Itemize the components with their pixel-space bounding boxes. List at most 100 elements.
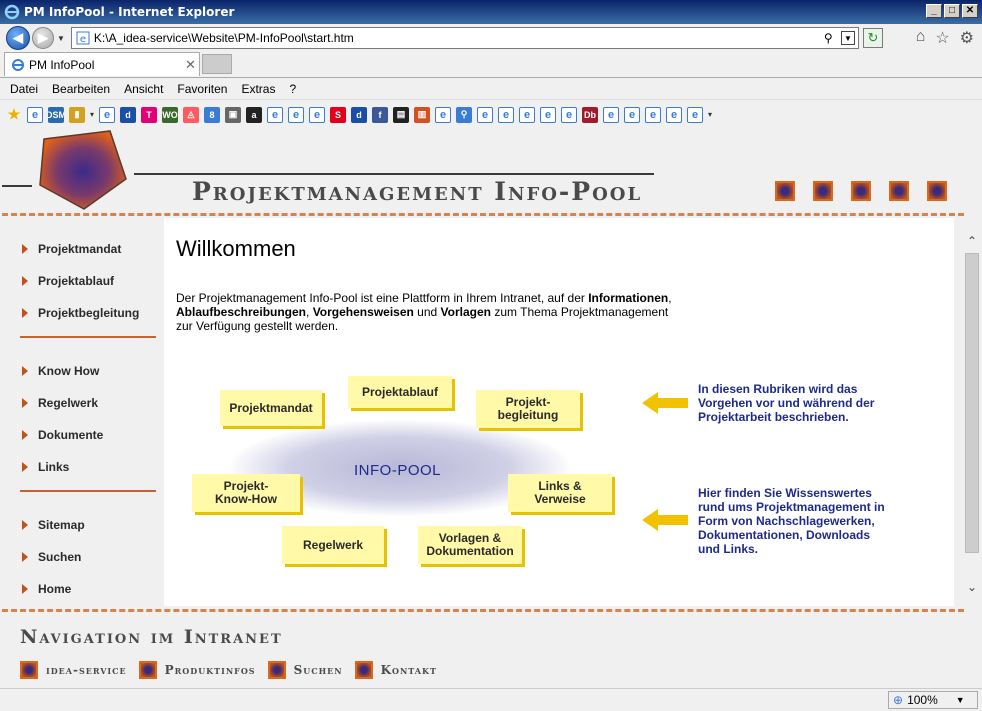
scroll-thumb[interactable] — [965, 253, 979, 553]
back-button[interactable]: ◀ — [6, 26, 30, 50]
menu-bar: Datei Bearbeiten Ansicht Favoriten Extra… — [0, 77, 982, 99]
page-icon[interactable]: e — [519, 106, 536, 123]
sidenav-projektablauf[interactable]: Projektablauf — [22, 274, 114, 288]
new-tab-button[interactable] — [202, 54, 232, 74]
menu-help[interactable]: ? — [289, 82, 296, 96]
sidenav-dokumente[interactable]: Dokumente — [22, 428, 103, 442]
page-icon[interactable]: e — [27, 106, 43, 123]
header-square-icon[interactable] — [775, 181, 795, 201]
sidenav-links[interactable]: Links — [22, 460, 69, 474]
menu-favoriten[interactable]: Favoriten — [177, 82, 227, 96]
sidenav-home[interactable]: Home — [22, 582, 71, 596]
footer-square-icon — [267, 661, 286, 679]
close-button[interactable]: ✕ — [962, 4, 978, 18]
favorites-dropdown-icon[interactable]: ▾ — [708, 110, 712, 119]
page-icon[interactable]: e — [540, 106, 557, 123]
star-icon[interactable]: ★ — [6, 107, 22, 123]
menu-extras[interactable]: Extras — [241, 82, 275, 96]
forward-button[interactable]: ▶ — [32, 27, 54, 49]
photo-icon[interactable]: ▣ — [225, 106, 242, 123]
amazon-icon[interactable]: a — [246, 106, 263, 123]
history-dropdown-icon[interactable]: ▼ — [57, 34, 65, 43]
note-projektablauf[interactable]: Projektablauf — [348, 376, 452, 408]
note-projektbegleitung[interactable]: Projekt-begleitung — [476, 390, 580, 428]
header-square-icon[interactable] — [927, 181, 947, 201]
telekom-icon[interactable]: T — [141, 106, 158, 123]
info-pool-title: INFO-POOL — [354, 462, 442, 479]
home-icon[interactable]: ⌂ — [916, 28, 926, 48]
page-icon: e — [76, 31, 90, 45]
sparkasse-icon[interactable]: S — [330, 106, 347, 123]
page-icon[interactable]: e — [624, 106, 641, 123]
header-square-icon[interactable] — [851, 181, 871, 201]
search-icon[interactable]: ⚲ — [824, 31, 838, 45]
page-icon[interactable]: e — [603, 106, 620, 123]
menu-bearbeiten[interactable]: Bearbeiten — [52, 82, 110, 96]
search-icon[interactable]: ⚲ — [456, 106, 473, 123]
note-links-verweise[interactable]: Links & Verweise — [508, 474, 612, 512]
page-icon[interactable]: e — [288, 106, 305, 123]
address-dropdown-icon[interactable]: ▼ — [840, 31, 855, 45]
page-icon[interactable]: e — [99, 106, 116, 123]
sidenav-sitemap[interactable]: Sitemap — [22, 518, 85, 532]
vertical-scrollbar[interactable]: ⌃ ⌄ — [964, 219, 980, 607]
folder-icon[interactable]: ▮ — [69, 106, 85, 123]
page-icon[interactable]: e — [687, 106, 704, 123]
chart-icon[interactable]: ▥ — [414, 106, 431, 123]
sidenav-suchen[interactable]: Suchen — [22, 550, 81, 564]
facebook-icon[interactable]: f — [372, 106, 389, 123]
address-bar[interactable]: e K:\A_idea-service\Website\PM-InfoPool\… — [70, 27, 859, 49]
favorites-dropdown-icon[interactable]: ▾ — [90, 110, 94, 119]
menu-ansicht[interactable]: Ansicht — [124, 82, 163, 96]
page-icon[interactable]: e — [477, 106, 494, 123]
note-know-how[interactable]: Projekt- Know-How — [192, 474, 300, 512]
scroll-down-icon[interactable]: ⌄ — [964, 579, 980, 595]
g-icon[interactable]: 8 — [204, 106, 221, 123]
title-bar: PM InfoPool - Internet Explorer _ □ ✕ — [0, 0, 982, 24]
favorites-bar: ★ e DSM ▮ ▾ e d T WO ◬ 8 ▣ a e e e Sd f ▤ ▥ e ⚲ e e e e e Db e e e e e ▾ — [0, 99, 982, 129]
triangle-right-icon — [22, 308, 28, 318]
tab-pm-infopool[interactable]: PM InfoPool ✕ — [4, 52, 200, 76]
settings-gear-icon[interactable]: ⚙ — [960, 28, 974, 48]
header-square-icon[interactable] — [813, 181, 833, 201]
favorites-star-icon[interactable]: ☆ — [935, 28, 949, 48]
sidenav-projektmandat[interactable]: Projektmandat — [22, 242, 121, 256]
page-icon[interactable]: e — [498, 106, 515, 123]
note-projektmandat[interactable]: Projektmandat — [220, 390, 322, 426]
wo-icon[interactable]: WO — [162, 106, 179, 123]
sidenav-projektbegleitung[interactable]: Projektbegleitung — [22, 306, 139, 320]
dsm-icon[interactable]: DSM — [48, 106, 64, 123]
page-icon[interactable]: e — [666, 106, 683, 123]
db-icon[interactable]: Db — [582, 106, 599, 123]
tab-close-icon[interactable]: ✕ — [185, 57, 199, 73]
note-regelwerk[interactable]: Regelwerk — [282, 526, 384, 564]
note-vorlagen-dokumentation[interactable]: Vorlagen & Dokumentation — [418, 526, 522, 564]
page-icon[interactable]: e — [645, 106, 662, 123]
flag-icon[interactable]: ▤ — [393, 106, 410, 123]
header-line-left — [2, 185, 32, 187]
footer-divider — [2, 609, 964, 612]
page-icon[interactable]: e — [561, 106, 578, 123]
refresh-button[interactable]: ↻ — [862, 28, 883, 48]
zoom-control[interactable]: ⊕ 100% ▼ — [888, 691, 978, 709]
footer-link-suchen[interactable]: Suchen — [267, 661, 343, 679]
address-url[interactable]: K:\A_idea-service\Website\PM-InfoPool\st… — [94, 31, 824, 45]
d-icon[interactable]: d — [120, 106, 137, 123]
airbnb-icon[interactable]: ◬ — [183, 106, 200, 123]
footer-link-kontakt[interactable]: Kontakt — [354, 661, 437, 679]
scroll-up-icon[interactable]: ⌃ — [964, 233, 980, 249]
sidenav-know-how[interactable]: Know How — [22, 364, 99, 378]
header-square-icon[interactable] — [889, 181, 909, 201]
zoom-dropdown-icon[interactable]: ▼ — [956, 695, 965, 705]
d-icon[interactable]: d — [351, 106, 368, 123]
maximize-button[interactable]: □ — [944, 4, 960, 18]
menu-datei[interactable]: Datei — [10, 82, 38, 96]
footer-link-idea-service[interactable]: idea-service — [20, 661, 127, 679]
page-icon[interactable]: e — [267, 106, 284, 123]
page-icon[interactable]: e — [309, 106, 326, 123]
sidenav-regelwerk[interactable]: Regelwerk — [22, 396, 98, 410]
minimize-button[interactable]: _ — [926, 4, 942, 18]
page-icon[interactable]: e — [435, 106, 452, 123]
svg-text:e: e — [80, 34, 86, 45]
footer-link-produktinfos[interactable]: Produktinfos — [138, 661, 256, 679]
